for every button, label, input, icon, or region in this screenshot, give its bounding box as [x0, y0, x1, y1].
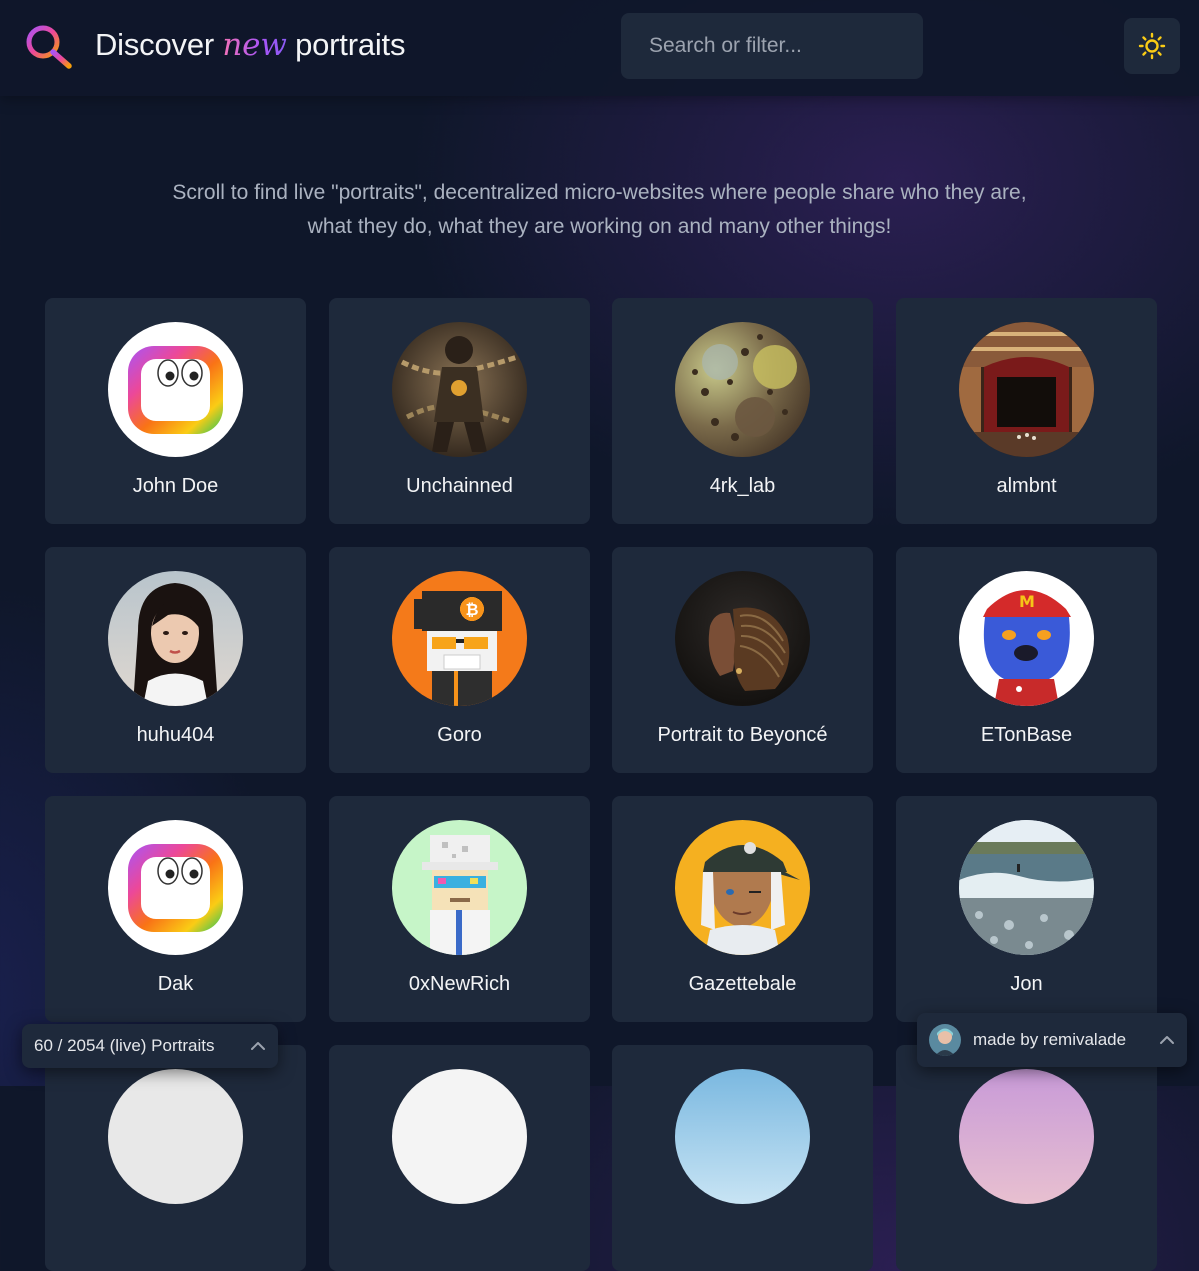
woman-portrait-photo: [108, 571, 243, 706]
credit-panel[interactable]: made by remivalade: [917, 1013, 1187, 1067]
portrait-name: almbnt: [996, 475, 1057, 497]
portrait-card[interactable]: almbnt: [896, 298, 1157, 524]
chevron-up-icon: [1160, 1036, 1174, 1044]
portrait-counter[interactable]: 60 / 2054 (live) Portraits: [22, 1024, 278, 1068]
portrait-card[interactable]: M ETonBase: [896, 547, 1157, 773]
chained-warrior-illustration: [392, 322, 527, 457]
portrait-card[interactable]: 0xNewRich: [329, 796, 590, 1022]
pixel-art-bitcoin-cap-character: ₿: [392, 571, 527, 706]
beach-waves-surfer-photo: [959, 820, 1094, 955]
portrait-card[interactable]: huhu404: [45, 547, 306, 773]
portrait-grid: John Doe Unchainned 4rk_lab almbnt huhu4…: [45, 298, 1157, 1271]
search-input[interactable]: [621, 13, 923, 79]
creator-avatar: [929, 1024, 961, 1056]
portrait-card[interactable]: [896, 1045, 1157, 1271]
portrait-card[interactable]: ₿ Goro: [329, 547, 590, 773]
portrait-card[interactable]: [45, 1045, 306, 1271]
top-bar: Discover new portraits: [0, 0, 1199, 96]
colorful-rounded-square-eyes-icon: [108, 820, 243, 955]
portrait-avatar: [675, 1069, 810, 1204]
microscopic-texture-photo: [675, 322, 810, 457]
pixel-art-character-sunglasses: [392, 820, 527, 955]
svg-text:M: M: [1019, 592, 1035, 611]
intro-text: Scroll to find live "portraits", decentr…: [0, 176, 1199, 244]
theme-toggle-button[interactable]: [1124, 18, 1180, 74]
portrait-name: huhu404: [136, 724, 215, 746]
portrait-name: ETonBase: [980, 724, 1073, 746]
blue-bulldog-red-cap-illustration: M: [959, 571, 1094, 706]
portrait-name: Jon: [1010, 973, 1043, 995]
portrait-name: 4rk_lab: [709, 475, 776, 497]
page-title: Discover new portraits: [95, 27, 405, 63]
portrait-name: Goro: [437, 724, 482, 746]
sun-icon: [1138, 32, 1166, 60]
colorful-rounded-square-eyes-icon: [108, 322, 243, 457]
portrait-card[interactable]: Jon: [896, 796, 1157, 1022]
portrait-card[interactable]: [329, 1045, 590, 1271]
portrait-name: Portrait to Beyoncé: [657, 724, 828, 746]
portrait-avatar: [108, 1069, 243, 1204]
portrait-name: Gazettebale: [688, 973, 797, 995]
portrait-avatar: [959, 1069, 1094, 1204]
portrait-card[interactable]: 4rk_lab: [612, 298, 873, 524]
portrait-card[interactable]: Unchainned: [329, 298, 590, 524]
title-after: portraits: [295, 27, 406, 62]
chevron-up-icon: [251, 1042, 265, 1050]
svg-text:₿: ₿: [465, 600, 478, 619]
portrait-card[interactable]: Portrait to Beyoncé: [612, 547, 873, 773]
credit-text: made by remivalade: [973, 1030, 1127, 1049]
opera-theater-photo: [959, 322, 1094, 457]
portrait-card[interactable]: John Doe: [45, 298, 306, 524]
portrait-avatar: [392, 1069, 527, 1204]
portrait-card[interactable]: [612, 1045, 873, 1271]
intro-line-2: what they do, what they are working on a…: [307, 215, 892, 238]
title-highlight: new: [222, 27, 287, 63]
intro-line-1: Scroll to find live "portraits", decentr…: [172, 181, 1027, 204]
anime-character-cap-illustration: [675, 820, 810, 955]
portrait-name: Unchainned: [406, 475, 513, 497]
portrait-name: John Doe: [132, 475, 219, 497]
search-logo-icon: [26, 25, 72, 69]
braided-hair-profile-photo: [675, 571, 810, 706]
portrait-card[interactable]: Dak: [45, 796, 306, 1022]
portrait-name: Dak: [157, 973, 194, 995]
portrait-name: 0xNewRich: [408, 973, 511, 995]
title-before: Discover: [95, 27, 214, 62]
portrait-card[interactable]: Gazettebale: [612, 796, 873, 1022]
counter-text: 60 / 2054 (live) Portraits: [34, 1036, 215, 1055]
